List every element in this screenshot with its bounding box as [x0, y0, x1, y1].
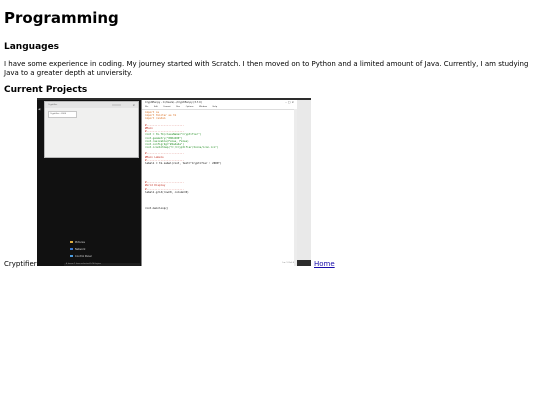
menu-window: Window — [199, 106, 207, 108]
taskbar — [297, 260, 311, 266]
menu-format: Format — [163, 106, 171, 108]
languages-heading: Languages — [4, 42, 60, 52]
ide-status: Ln: 1 Col: 0 — [282, 262, 294, 264]
page-title: Programming — [4, 9, 119, 27]
menu-file: File — [145, 106, 149, 108]
side-panel — [297, 100, 311, 266]
network-icon — [70, 248, 73, 250]
explorer-item: Network — [70, 248, 85, 251]
menu-help: Help — [212, 106, 218, 108]
page-content: Programming Languages I have some experi… — [0, 9, 540, 273]
languages-paragraph: I have some experience in coding. My jou… — [4, 60, 529, 77]
code-editor: import os import tkinter as tk import rand… — [142, 110, 297, 211]
file-explorer: Pictures Network Control Panel — [64, 239, 138, 266]
project-screenshot: ◀ Cryptifier × Cryptifier.: 2000 Picture… — [37, 98, 311, 266]
dialog-title: Cryptifier — [45, 102, 138, 108]
dialog-label: Cryptifier.: 2000 — [48, 111, 77, 118]
project-label: Cryptifier — [4, 260, 37, 268]
explorer-item-label: Pictures — [75, 241, 85, 244]
folder-icon — [70, 241, 73, 243]
explorer-item-label: Control Panel — [75, 255, 92, 258]
project-row: Cryptifier ◀ Cryptifier × Cryptifier.: 2… — [4, 98, 536, 273]
menu-run: Run — [176, 106, 181, 108]
explorer-item-label: Network — [75, 248, 86, 251]
control-panel-icon — [70, 255, 73, 257]
window-controls-icon: – ▢ × — [285, 100, 294, 104]
menu-options: Options — [185, 106, 194, 108]
back-arrow-icon: ◀ — [38, 107, 41, 111]
explorer-item: Control Panel — [70, 255, 92, 258]
home-link[interactable]: Home — [314, 260, 335, 268]
code-line: root.mainloop() — [145, 206, 169, 210]
explorer-status-bar: 4 items 1 item selected 5.96 bytes — [64, 263, 140, 266]
current-projects-heading: Current Projects — [4, 85, 88, 95]
explorer-item: Pictures — [70, 241, 85, 244]
app-dialog-window: Cryptifier × Cryptifier.: 2000 — [44, 101, 139, 158]
dialog-close-icon: × — [132, 103, 135, 107]
ide-window: Cryptifier.py - C:/Users/.../Cryptifier.… — [141, 100, 297, 266]
dialog-minimize-button — [112, 104, 121, 106]
menu-edit: Edit — [154, 106, 158, 108]
